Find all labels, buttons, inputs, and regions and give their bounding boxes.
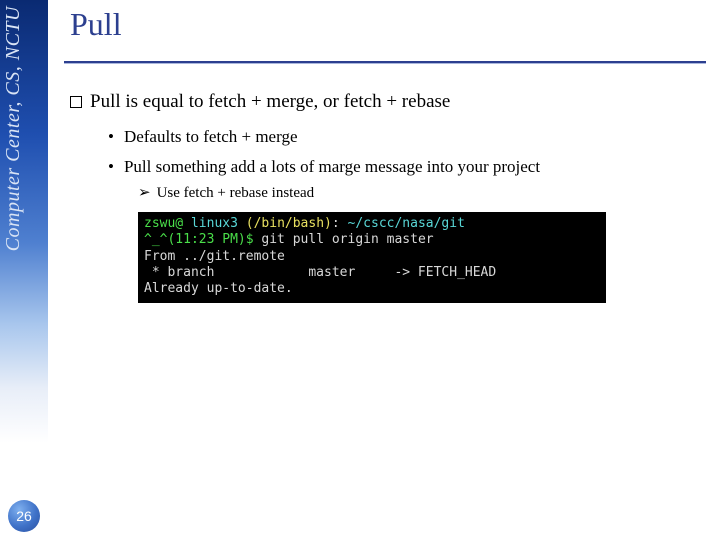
org-label: Computer Center, CS, NCTU: [2, 6, 25, 251]
sub-item-1: • Defaults to fetch + merge: [108, 127, 708, 147]
arrow-bullet-icon: ➢: [138, 185, 151, 201]
main-bullet-text: Pull is equal to fetch + merge, or fetch…: [90, 91, 450, 112]
term-out-from: From ../git.remote: [144, 249, 285, 264]
terminal-screenshot: zswu@ linux3 (/bin/bash): ~/cscc/nasa/gi…: [138, 212, 606, 303]
sub-item-1-text: Defaults to fetch + merge: [124, 127, 298, 146]
page-number-badge: 26: [8, 500, 40, 532]
sub-item-2: • Pull something add a lots of marge mess…: [108, 157, 708, 202]
term-out-done: Already up-to-date.: [144, 281, 293, 296]
slide-content: Pull Pull is equal to fetch + merge, or …: [62, 0, 708, 303]
term-user: zswu@: [144, 216, 183, 231]
slide-title: Pull: [70, 6, 708, 43]
title-divider: [64, 61, 706, 63]
term-cmd: git pull origin master: [261, 232, 433, 247]
sub-sub-item: ➢ Use fetch + rebase instead: [138, 183, 708, 202]
term-prompt2: ^_^(11:23 PM)$: [144, 232, 261, 247]
sub-item-2-text: Pull something add a lots of marge messa…: [124, 157, 540, 176]
sub-list: • Defaults to fetch + merge • Pull somethi…: [108, 127, 708, 202]
term-host: linux3: [183, 216, 246, 231]
term-path: ~/cscc/nasa/git: [348, 216, 465, 231]
main-bullet: Pull is equal to fetch + merge, or fetch…: [70, 91, 708, 113]
term-out-branch: * branch master -> FETCH_HEAD: [144, 265, 496, 280]
dot-bullet-icon: •: [108, 157, 114, 176]
square-bullet-icon: [70, 96, 82, 108]
dot-bullet-icon: •: [108, 127, 114, 146]
term-shell: (/bin/bash): [246, 216, 332, 231]
sidebar: Computer Center, CS, NCTU: [0, 0, 48, 540]
term-sep: :: [332, 216, 348, 231]
sub-sub-text: Use fetch + rebase instead: [157, 185, 315, 201]
